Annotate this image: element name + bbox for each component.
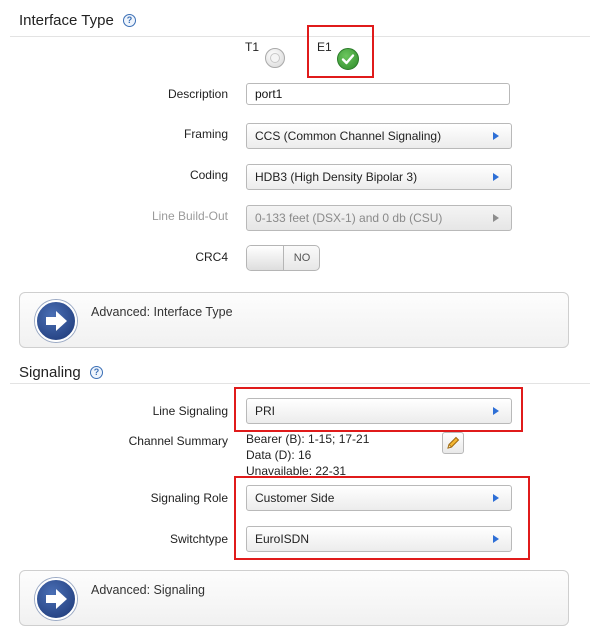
help-icon[interactable]: ? — [123, 14, 136, 27]
channel-summary-label: Channel Summary — [128, 434, 228, 448]
description-label: Description — [167, 87, 228, 101]
coding-select[interactable]: HDB3 (High Density Bipolar 3) — [246, 164, 512, 190]
radio-icon — [270, 53, 280, 63]
arrow-right-icon — [493, 494, 499, 502]
option-e1-label: E1 — [317, 40, 332, 54]
coding-label: Coding — [189, 168, 228, 182]
arrow-right-icon — [493, 535, 499, 543]
radio-e1[interactable] — [337, 48, 359, 70]
crc4-toggle[interactable]: NO — [246, 245, 320, 271]
arrow-right-icon — [493, 132, 499, 140]
line-build-out-label: Line Build-Out — [151, 209, 228, 223]
arrow-right-icon — [493, 407, 499, 415]
signaling-title: Signaling — [19, 364, 81, 381]
advanced-signaling-panel[interactable]: Advanced: Signaling — [19, 570, 569, 626]
divider — [10, 383, 590, 384]
option-t1-label: T1 — [245, 40, 260, 54]
check-icon — [341, 54, 355, 65]
divider — [10, 36, 590, 37]
line-build-out-select: 0-133 feet (DSX-1) and 0 db (CSU) — [246, 205, 512, 231]
arrow-right-icon — [493, 214, 499, 222]
toggle-knob — [247, 246, 284, 270]
channel-summary-data: Data (D): 16 — [246, 448, 312, 462]
edit-channels-button[interactable] — [442, 432, 464, 454]
arrow-right-icon — [493, 173, 499, 181]
channel-summary-bearer: Bearer (B): 1-15; 17-21 — [246, 432, 370, 446]
radio-t1[interactable] — [265, 48, 285, 68]
interface-type-title: Interface Type — [19, 12, 114, 29]
help-icon[interactable]: ? — [90, 366, 103, 379]
line-signaling-value: PRI — [255, 404, 276, 418]
framing-label: Framing — [183, 127, 228, 141]
coding-value: HDB3 (High Density Bipolar 3) — [255, 170, 418, 184]
framing-value: CCS (Common Channel Signaling) — [255, 129, 442, 143]
advanced-interface-type-label: Advanced: Interface Type — [91, 305, 233, 319]
signaling-role-value: Customer Side — [255, 491, 335, 505]
signaling-role-select[interactable]: Customer Side — [246, 485, 512, 511]
framing-select[interactable]: CCS (Common Channel Signaling) — [246, 123, 512, 149]
line-build-out-value: 0-133 feet (DSX-1) and 0 db (CSU) — [255, 211, 443, 225]
crc4-toggle-value: NO — [293, 252, 311, 264]
arrow-right-icon — [35, 578, 77, 620]
pencil-icon — [447, 436, 460, 449]
switchtype-label: Switchtype — [169, 532, 228, 546]
switchtype-value: EuroISDN — [255, 532, 310, 546]
signaling-role-label: Signaling Role — [150, 491, 228, 505]
line-signaling-select[interactable]: PRI — [246, 398, 512, 424]
switchtype-select[interactable]: EuroISDN — [246, 526, 512, 552]
advanced-interface-type-panel[interactable]: Advanced: Interface Type — [19, 292, 569, 348]
arrow-right-icon — [35, 300, 77, 342]
description-input[interactable] — [246, 83, 510, 105]
line-signaling-label: Line Signaling — [152, 404, 228, 418]
advanced-signaling-label: Advanced: Signaling — [91, 583, 205, 597]
crc4-label: CRC4 — [195, 250, 228, 264]
